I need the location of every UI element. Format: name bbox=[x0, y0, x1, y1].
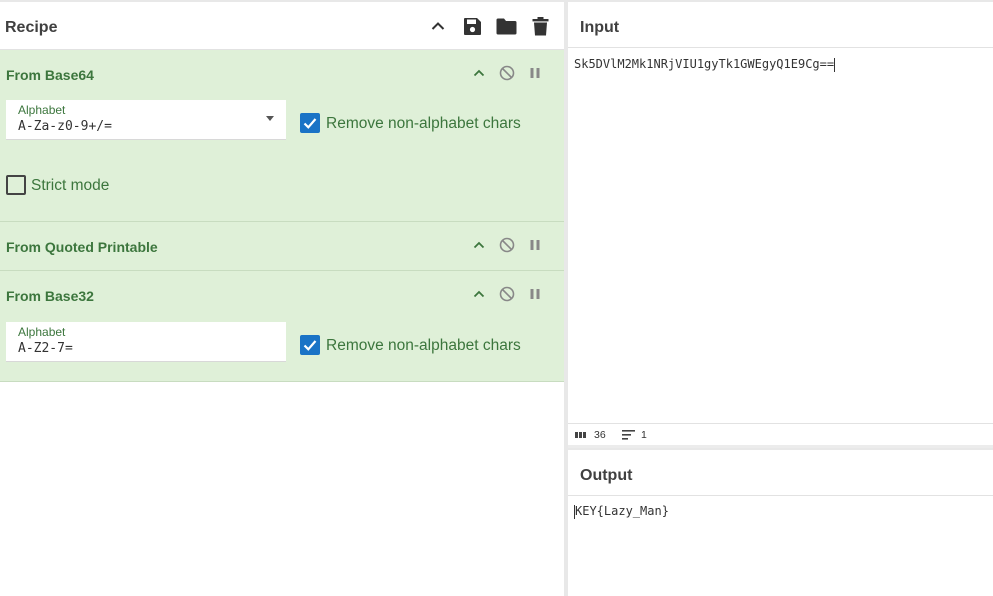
operation-title: From Quoted Printable bbox=[6, 239, 158, 255]
remove-non-alphabet-label: Remove non-alphabet chars bbox=[326, 337, 521, 354]
operation-from-base64: From Base64 Alphabet A-Za-z0-9+/= Remove… bbox=[0, 50, 564, 222]
alphabet-label: Alphabet bbox=[18, 103, 66, 117]
alphabet-value: A-Za-z0-9+/= bbox=[18, 119, 112, 134]
remove-non-alphabet-checkbox[interactable] bbox=[300, 335, 320, 355]
output-text: KEY{Lazy_Man} bbox=[575, 504, 669, 518]
remove-non-alphabet-label: Remove non-alphabet chars bbox=[326, 115, 521, 132]
output-header: Output bbox=[568, 448, 993, 496]
chevron-up-icon[interactable] bbox=[471, 65, 487, 81]
strict-mode-label: Strict mode bbox=[31, 177, 110, 194]
input-textarea[interactable]: Sk5DVlM2Mk1NRjVIU1gyTk1GWEgyQ1E9Cg== bbox=[574, 57, 836, 72]
input-title: Input bbox=[580, 19, 620, 36]
chevron-up-icon[interactable] bbox=[471, 237, 487, 253]
disable-icon[interactable] bbox=[499, 65, 515, 81]
text-cursor bbox=[834, 57, 836, 72]
chevron-down-icon[interactable] bbox=[266, 116, 274, 121]
alphabet-value: A-Z2-7= bbox=[18, 341, 73, 356]
character-count: 36 bbox=[594, 429, 606, 441]
strict-mode-checkbox[interactable] bbox=[6, 175, 26, 195]
trash-icon[interactable] bbox=[529, 15, 551, 37]
disable-icon[interactable] bbox=[499, 286, 515, 302]
line-count-icon bbox=[622, 430, 635, 440]
character-count-icon bbox=[575, 432, 586, 438]
input-status-bar: 36 1 bbox=[568, 423, 993, 445]
recipe-header: Recipe bbox=[0, 0, 564, 50]
operation-from-base32: From Base32 Alphabet A-Z2-7= Remove non-… bbox=[0, 271, 564, 382]
operation-title: From Base32 bbox=[6, 288, 94, 304]
operation-title: From Base64 bbox=[6, 67, 94, 83]
chevron-up-icon[interactable] bbox=[427, 15, 449, 37]
input-text: Sk5DVlM2Mk1NRjVIU1gyTk1GWEgyQ1E9Cg== bbox=[574, 57, 835, 71]
operation-from-quoted-printable: From Quoted Printable bbox=[0, 222, 564, 271]
checkmark-icon bbox=[303, 340, 317, 351]
alphabet-select[interactable]: Alphabet A-Za-z0-9+/= bbox=[6, 100, 286, 140]
output-title: Output bbox=[580, 467, 633, 484]
recipe-panel: Recipe From Base64 Alphabet A-Za-z0-9+/= bbox=[0, 0, 564, 596]
recipe-title: Recipe bbox=[5, 19, 58, 36]
input-header: Input bbox=[568, 0, 993, 48]
pause-icon[interactable] bbox=[527, 65, 543, 81]
chevron-up-icon[interactable] bbox=[471, 286, 487, 302]
checkmark-icon bbox=[303, 118, 317, 129]
save-icon[interactable] bbox=[461, 15, 483, 37]
folder-icon[interactable] bbox=[495, 15, 517, 37]
remove-non-alphabet-checkbox[interactable] bbox=[300, 113, 320, 133]
output-textarea[interactable]: KEY{Lazy_Man} bbox=[574, 504, 669, 519]
alphabet-label: Alphabet bbox=[18, 325, 66, 339]
pause-icon[interactable] bbox=[527, 286, 543, 302]
panel-divider[interactable] bbox=[564, 0, 568, 596]
pause-icon[interactable] bbox=[527, 237, 543, 253]
alphabet-input[interactable]: Alphabet A-Z2-7= bbox=[6, 322, 286, 362]
line-count: 1 bbox=[641, 429, 647, 441]
disable-icon[interactable] bbox=[499, 237, 515, 253]
